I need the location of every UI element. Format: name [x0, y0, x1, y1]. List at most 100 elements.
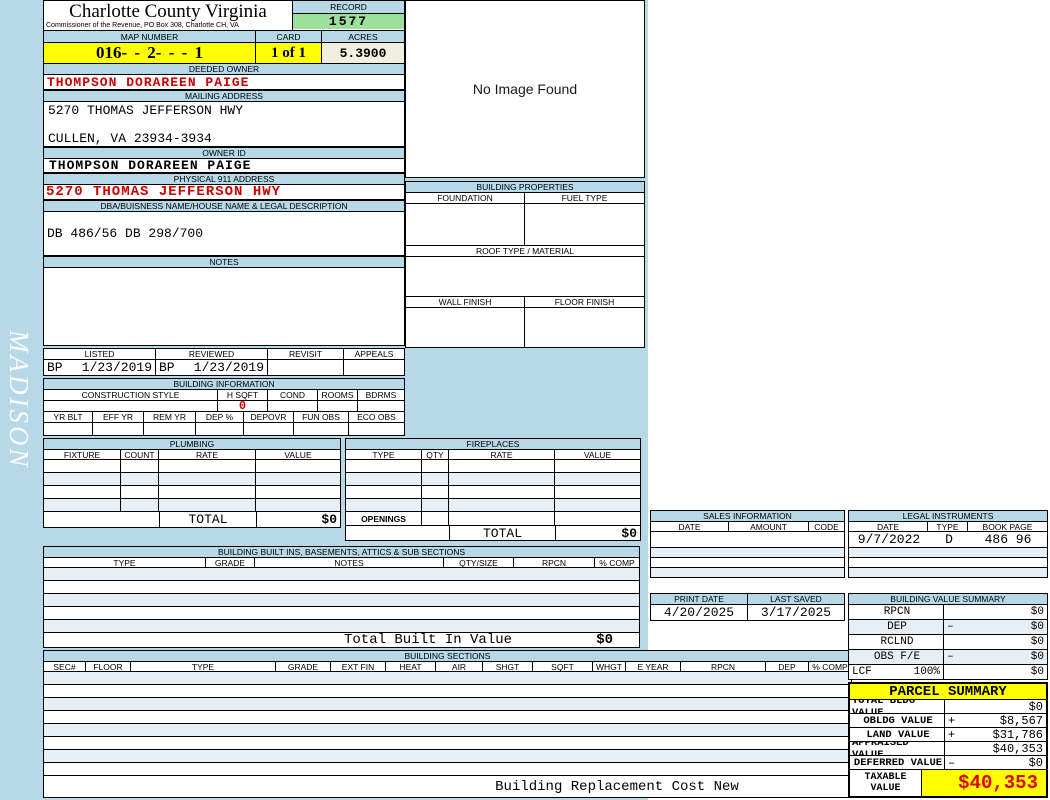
legal-description-value: DB 486/56 DB 298/700: [47, 226, 204, 241]
bs-type-label: TYPE: [131, 662, 276, 671]
wall-finish-value: [406, 308, 525, 347]
h-sqft-value: 0: [218, 401, 268, 411]
mailing-line1: 5270 THOMAS JEFFERSON HWY: [48, 103, 244, 118]
record-label: RECORD: [293, 1, 404, 14]
legal-instrument-entry: 9/7/2022 D 486 96: [849, 532, 1047, 548]
sales-code-label: CODE: [814, 522, 839, 531]
mailing-address-value: 5270 THOMAS JEFFERSON HWY CULLEN, VA 239…: [44, 102, 404, 147]
table-row: [44, 473, 340, 486]
taxable-value-label: TAXABLE VALUE: [850, 770, 922, 796]
eco-obs-label: ECO OBS: [357, 412, 396, 422]
deeded-owner-value: THOMPSON DORAREEN PAIGE: [47, 75, 250, 89]
rem-yr-label: REM YR: [144, 412, 196, 422]
bvs-row: RPCN $0: [849, 605, 1047, 620]
parcel-row: OBLDG VALUE + $8,567: [850, 714, 1046, 728]
acres-value: 5.3900: [322, 43, 404, 63]
fixture-label: FIXTURE: [44, 450, 121, 459]
table-row: [44, 672, 851, 685]
taxable-value-amount: $40,353: [922, 770, 1046, 796]
replacement-cost-label: Building Replacement Cost New: [495, 778, 739, 795]
fireplaces-total-value: $0: [621, 526, 637, 540]
yr-blt-label: YR BLT: [44, 412, 93, 422]
table-row: [44, 620, 639, 633]
bs-whgt-label: WHGT: [593, 662, 626, 671]
parcel-row: TOTAL BLDG VALUE $0: [850, 700, 1046, 714]
openings-label: OPENINGS: [346, 512, 422, 525]
building-properties-panel: BUILDING PROPERTIES FOUNDATION FUEL TYPE…: [405, 181, 645, 348]
table-row: [651, 558, 844, 568]
foundation-value: [406, 204, 525, 245]
value-label: VALUE: [284, 450, 312, 459]
taxable-value-row: TAXABLE VALUE $40,353: [850, 770, 1046, 796]
table-row: [44, 724, 851, 737]
bi-comp-label: % COMP: [599, 558, 635, 567]
table-row: [849, 548, 1047, 558]
county-title: Charlotte County Virginia: [69, 1, 267, 22]
table-row: [651, 532, 844, 548]
table-row: [651, 548, 844, 558]
construction-style-value: [44, 401, 218, 411]
fireplaces-total-row: TOTAL $0: [346, 526, 640, 540]
bs-dep-label: DEP: [766, 662, 809, 671]
legal-instruments-panel: LEGAL INSTRUMENTS DATE TYPE BOOK PAGE 9/…: [848, 510, 1048, 578]
rooms-label: ROOMS: [318, 390, 358, 400]
building-value-summary-panel: BUILDING VALUE SUMMARY RPCN $0 DEP – $0 R…: [848, 593, 1048, 680]
bs-grade-label: GRADE: [276, 662, 331, 671]
table-row: [44, 594, 639, 607]
table-row: [849, 568, 1047, 577]
notes-panel: NOTES: [43, 256, 405, 346]
plumbing-total-value: $0: [321, 512, 337, 527]
physical-address-label: PHYSICAL 911 ADDRESS: [173, 174, 275, 184]
table-row: [44, 763, 851, 776]
bs-air-label: AIR: [436, 662, 483, 671]
parcel-row: DEFERRED VALUE – $0: [850, 756, 1046, 770]
owner-id-label: OWNER ID: [202, 148, 246, 158]
building-information-panel: BUILDING INFORMATION CONSTRUCTION STYLE …: [43, 378, 405, 436]
bvs-row: OBS F/E – $0: [849, 650, 1047, 665]
parcel-summary-panel: PARCEL SUMMARY TOTAL BLDG VALUE $0 OBLDG…: [848, 682, 1048, 798]
built-ins-total-row: Total Built In Value $0: [44, 633, 639, 647]
li-date-value: 9/7/2022: [857, 532, 921, 547]
last-saved-value: 3/17/2025: [760, 605, 832, 620]
building-sections-title: BUILDING SECTIONS: [404, 651, 491, 661]
building-properties-title: BUILDING PROPERTIES: [476, 182, 574, 192]
map-header-row: MAP NUMBER CARD ACRES: [44, 31, 404, 43]
map-number-label: MAP NUMBER: [44, 31, 256, 42]
listed-value: BP 1/23/2019: [44, 360, 156, 375]
table-row: [44, 607, 639, 620]
bs-shgt-label: SHGT: [483, 662, 533, 671]
table-row: [44, 685, 851, 698]
plumbing-panel: PLUMBING FIXTURE COUNT RATE VALUE TOTAL …: [43, 438, 341, 528]
fuel-type-value: [525, 204, 644, 245]
notes-label: NOTES: [209, 257, 239, 267]
floor-finish-value: [525, 308, 644, 347]
bi-notes-label: NOTES: [255, 558, 444, 567]
parcel-row: APPRAISED VALUE $40,353: [850, 742, 1046, 756]
table-row: [44, 698, 851, 711]
dates-panel: PRINT DATE LAST SAVED 4/20/2025 3/17/202…: [650, 593, 845, 621]
bs-sqft-label: SQFT: [533, 662, 593, 671]
legal-description-panel: DBA/BUISNESS NAME/HOUSE NAME & LEGAL DES…: [43, 200, 405, 256]
bs-comp-label: % COMP: [812, 662, 848, 671]
roof-label: ROOF TYPE / MATERIAL: [476, 246, 574, 256]
h-sqft-label: H SQFT: [218, 390, 268, 400]
li-book-page-label: BOOK PAGE: [982, 522, 1033, 531]
fp-type-label: TYPE: [346, 450, 422, 459]
rooms-value: [318, 401, 358, 411]
bvs-row: RCLND $0: [849, 635, 1047, 650]
table-row: [44, 568, 639, 581]
revisit-value: [268, 360, 344, 375]
title-row: Charlotte County Virginia Commissioner o…: [44, 1, 404, 31]
fireplaces-total-label: TOTAL: [450, 526, 556, 540]
count-label: COUNT: [121, 450, 159, 459]
bs-extfin-label: EXT FIN: [331, 662, 386, 671]
rate-label: RATE: [159, 450, 256, 459]
openings-row: OPENINGS: [346, 512, 640, 526]
eco-obs-value: [349, 423, 404, 435]
cond-label: COND: [268, 390, 318, 400]
bvs-row: DEP – $0: [849, 620, 1047, 635]
owner-id-value: THOMPSON DORAREEN PAIGE: [49, 159, 252, 172]
table-row: [849, 558, 1047, 568]
roof-value: [406, 257, 644, 297]
bi-type-label: TYPE: [44, 558, 206, 567]
